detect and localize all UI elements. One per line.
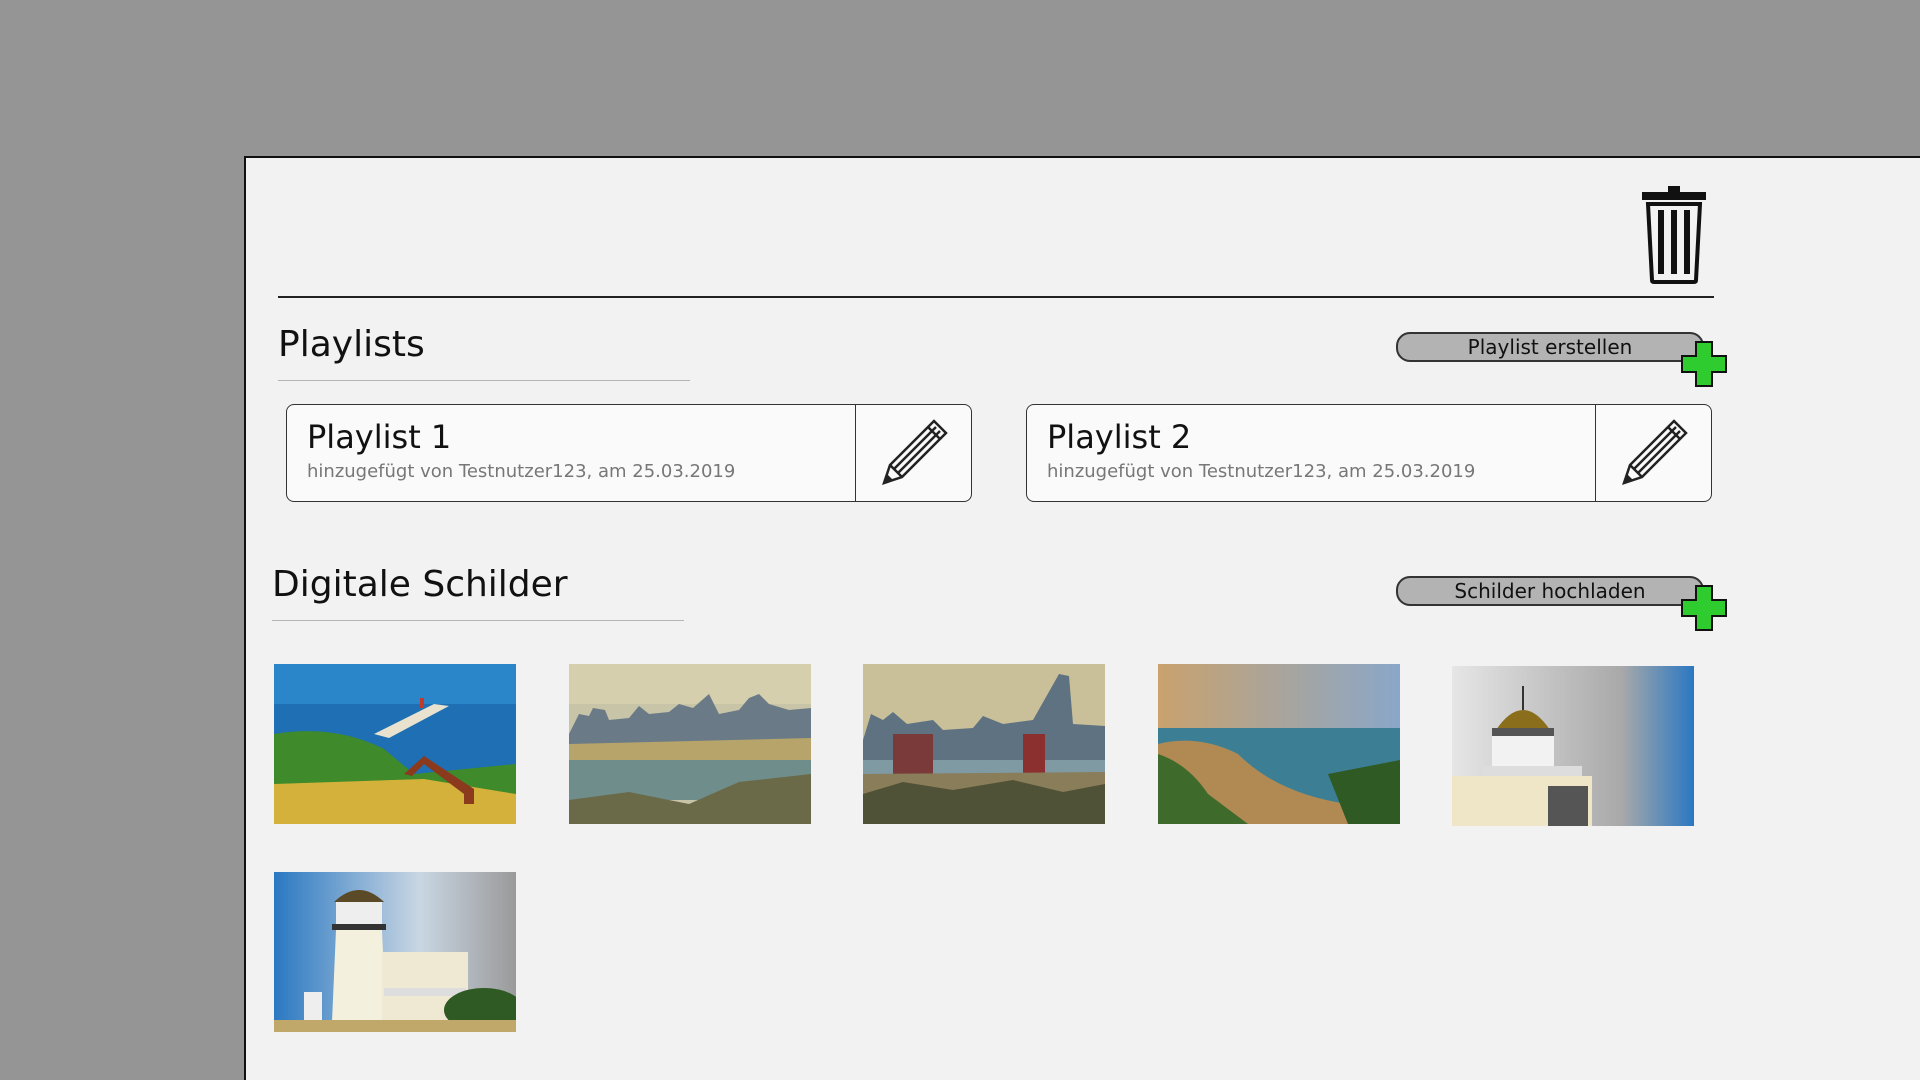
- playlist-card-2[interactable]: Playlist 2 hinzugefügt von Testnutzer123…: [1026, 404, 1712, 502]
- playlist-card-body: Playlist 2 hinzugefügt von Testnutzer123…: [1027, 405, 1595, 501]
- beach-bay-photo[interactable]: [1158, 664, 1400, 824]
- signs-title-underline: [272, 620, 684, 621]
- lighthouse-building-photo[interactable]: [274, 872, 516, 1032]
- header-divider: [278, 296, 1714, 298]
- pencil-icon: [1621, 419, 1688, 485]
- coastal-pier-photo[interactable]: [274, 664, 516, 824]
- signs-title: Digitale Schilder: [272, 564, 568, 605]
- playlist-card-1[interactable]: Playlist 1 hinzugefügt von Testnutzer123…: [286, 404, 972, 502]
- edit-playlist-button[interactable]: [855, 405, 971, 501]
- pencil-icon: [881, 419, 948, 485]
- upload-signs-button[interactable]: Schilder hochladen: [1396, 576, 1704, 606]
- playlist-name: Playlist 2: [1047, 418, 1192, 456]
- playlist-meta: hinzugefügt von Testnutzer123, am 25.03.…: [1047, 461, 1476, 482]
- trash-icon[interactable]: [1640, 184, 1708, 284]
- edit-playlist-button[interactable]: [1595, 405, 1711, 501]
- playlist-card-body: Playlist 1 hinzugefügt von Testnutzer123…: [287, 405, 855, 501]
- playlists-title-underline: [278, 380, 690, 381]
- upload-signs-plus-icon[interactable]: [1680, 584, 1728, 632]
- playlists-title: Playlists: [278, 324, 425, 365]
- lighthouse-top-photo[interactable]: [1452, 666, 1694, 826]
- city-skyline-photo[interactable]: [863, 664, 1105, 824]
- playlist-meta: hinzugefügt von Testnutzer123, am 25.03.…: [307, 461, 736, 482]
- create-playlist-button[interactable]: Playlist erstellen: [1396, 332, 1704, 362]
- create-playlist-plus-icon[interactable]: [1680, 340, 1728, 388]
- harbor-city-photo[interactable]: [569, 664, 811, 824]
- main-panel: Playlists Playlist erstellen Playlist 1 …: [244, 156, 1920, 1080]
- playlist-name: Playlist 1: [307, 418, 452, 456]
